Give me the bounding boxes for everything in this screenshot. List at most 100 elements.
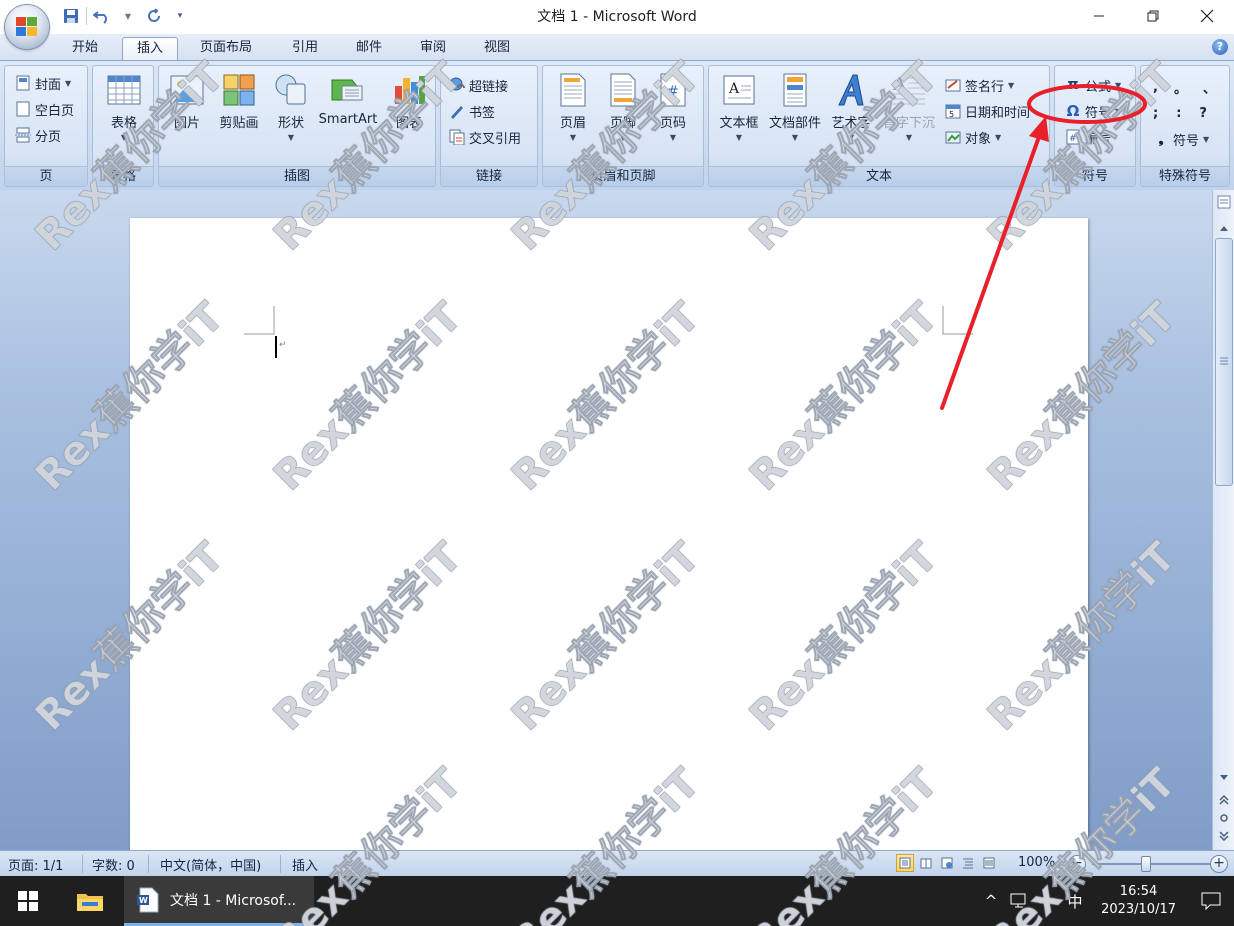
zoom-slider-track[interactable]: [1092, 863, 1210, 865]
restore-icon: [1147, 10, 1159, 22]
date-time-button[interactable]: 5 日期和时间: [945, 100, 1030, 122]
dropdown-arrow-icon: ▼: [120, 133, 128, 142]
select-browse-object-icon[interactable]: [1215, 810, 1233, 826]
tab-insert[interactable]: 插入: [122, 37, 179, 61]
close-button[interactable]: [1180, 0, 1234, 32]
header-button[interactable]: 页眉 ▼: [545, 72, 601, 156]
file-explorer-button[interactable]: [64, 876, 116, 926]
bookmark-button[interactable]: 书签: [449, 100, 495, 122]
office-button[interactable]: [5, 5, 49, 49]
dropdown-arrow-icon: ▼: [287, 133, 295, 142]
taskbar-word-window[interactable]: W 文档 1 - Microsof...: [124, 876, 314, 926]
tab-mailings[interactable]: 邮件: [342, 37, 396, 61]
page-number-button[interactable]: # 页码 ▼: [645, 72, 701, 156]
previous-page-icon[interactable]: [1215, 792, 1233, 808]
clock[interactable]: 16:54 2023/10/17: [1089, 883, 1188, 919]
special-symbol-more-button[interactable]: ❟ 符号 ▼: [1153, 128, 1209, 150]
notification-icon[interactable]: [1188, 876, 1234, 926]
status-language[interactable]: 中文(简体，中国): [160, 855, 261, 874]
restore-button[interactable]: [1126, 0, 1180, 32]
help-button[interactable]: ?: [1212, 39, 1228, 55]
zoom-in-button[interactable]: +: [1210, 855, 1228, 873]
tab-view[interactable]: 视图: [470, 37, 524, 61]
chart-button[interactable]: 图表: [381, 72, 437, 156]
symbol-period[interactable]: 。: [1174, 78, 1187, 97]
blank-page-button[interactable]: 空白页: [15, 98, 74, 120]
pi-icon: π: [1067, 77, 1079, 93]
quick-parts-button[interactable]: 文档部件 ▼: [767, 72, 823, 156]
status-insert-mode[interactable]: 插入: [292, 855, 318, 874]
tab-home[interactable]: 开始: [58, 37, 112, 61]
bookmark-icon: [449, 103, 465, 119]
table-button[interactable]: 表格 ▼: [96, 72, 152, 156]
picture-icon: [170, 75, 204, 105]
scroll-up-icon[interactable]: [1215, 220, 1233, 236]
symbol-enum-comma[interactable]: 、: [1203, 78, 1216, 97]
volume-muted-icon[interactable]: [1033, 876, 1061, 926]
outline-view-button[interactable]: [959, 854, 977, 872]
tab-review[interactable]: 审阅: [406, 37, 460, 61]
document-page[interactable]: ↵: [130, 218, 1088, 858]
show-hidden-icons-icon[interactable]: ^: [977, 876, 1005, 926]
tab-references[interactable]: 引用: [278, 37, 332, 61]
dropdown-arrow-icon: ▼: [847, 133, 855, 142]
draft-view-button[interactable]: [980, 854, 998, 872]
full-screen-reading-view-button[interactable]: [917, 854, 935, 872]
scroll-thumb[interactable]: [1215, 238, 1233, 486]
header-icon: [560, 73, 586, 107]
symbol-colon[interactable]: :: [1176, 106, 1181, 121]
signature-line-button[interactable]: 签名行 ▼: [945, 74, 1014, 96]
web-layout-view-button[interactable]: [938, 854, 956, 872]
dropdown-arrow-icon: ▼: [1115, 80, 1122, 90]
print-layout-icon: [899, 857, 911, 869]
bullet-icon: ❟: [1158, 131, 1164, 147]
wordart-button[interactable]: 艺术字 ▼: [823, 72, 879, 156]
svg-text:5: 5: [949, 110, 954, 119]
numbering-button[interactable]: # 编号: [1065, 126, 1111, 148]
group-label-illustrations: 插图: [159, 166, 435, 186]
page-number-icon: #: [660, 73, 686, 107]
scroll-down-icon[interactable]: [1215, 770, 1233, 786]
status-page[interactable]: 页面: 1/1: [8, 855, 63, 874]
symbol-semicolon[interactable]: ;: [1153, 106, 1158, 121]
page-break-button[interactable]: 分页: [15, 124, 61, 146]
table-icon: [107, 75, 141, 105]
cross-reference-button[interactable]: 交叉引用: [449, 126, 521, 148]
system-tray: ^ 中 16:54 2023/10/17: [977, 876, 1234, 926]
footer-button[interactable]: 页脚 ▼: [595, 72, 651, 156]
clipart-button[interactable]: 剪贴画: [211, 72, 267, 156]
dropdown-arrow-icon: ▼: [791, 133, 799, 142]
shapes-button[interactable]: 形状 ▼: [263, 72, 319, 156]
cross-reference-icon: [449, 129, 465, 145]
next-page-icon[interactable]: [1215, 828, 1233, 844]
zoom-level[interactable]: 100%: [1018, 855, 1055, 870]
office-logo-icon: [16, 17, 37, 36]
ruler-toggle-icon[interactable]: [1215, 194, 1233, 210]
reading-view-icon: [920, 858, 932, 869]
ime-indicator[interactable]: 中: [1061, 876, 1089, 926]
group-label-pages: 页: [5, 166, 87, 186]
start-button[interactable]: [0, 876, 56, 926]
equation-button[interactable]: π 公式 ▼: [1065, 74, 1121, 96]
minimize-button[interactable]: [1072, 0, 1126, 32]
status-word-count[interactable]: 字数: 0: [92, 855, 135, 874]
drop-cap-button[interactable]: A 首字下沉 ▼: [881, 72, 937, 156]
group-label-links: 链接: [441, 166, 537, 186]
smartart-button[interactable]: SmartArt: [315, 72, 381, 156]
vertical-scrollbar[interactable]: [1212, 190, 1234, 850]
print-layout-view-button[interactable]: [896, 854, 914, 872]
zoom-out-button[interactable]: −: [1068, 855, 1086, 873]
window-title: 文档 1 - Microsoft Word: [537, 9, 697, 25]
symbol-question[interactable]: ?: [1199, 106, 1207, 121]
textbox-button[interactable]: A 文本框 ▼: [711, 72, 767, 156]
hyperlink-button[interactable]: 超链接: [449, 74, 508, 96]
group-tables: 表格 ▼ 表格: [92, 65, 154, 187]
symbol-button[interactable]: Ω 符号 ▼: [1065, 100, 1122, 122]
tab-page-layout[interactable]: 页面布局: [186, 37, 266, 61]
object-button[interactable]: 对象 ▼: [945, 126, 1001, 148]
cover-page-button[interactable]: 封面 ▼: [15, 72, 71, 94]
symbol-comma[interactable]: ,: [1153, 80, 1158, 95]
network-icon[interactable]: [1005, 876, 1033, 926]
zoom-slider-thumb[interactable]: [1141, 856, 1151, 872]
picture-button[interactable]: 图片: [159, 72, 215, 156]
